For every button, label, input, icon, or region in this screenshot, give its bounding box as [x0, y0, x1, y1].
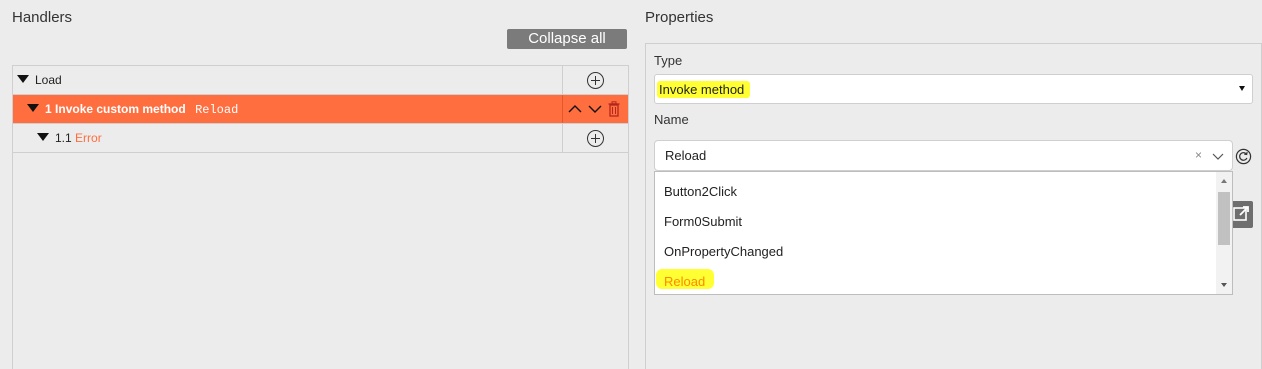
tree-row-text: Invoke custom method — [55, 102, 186, 116]
chevron-down-icon[interactable] — [1212, 150, 1224, 162]
name-combobox-value: Reload — [665, 148, 707, 163]
trash-icon[interactable] — [608, 101, 620, 117]
move-up-icon[interactable] — [568, 102, 582, 116]
expand-triangle-icon[interactable] — [27, 104, 39, 112]
tree-label-load: Load — [35, 73, 62, 87]
name-combobox[interactable]: Reload × — [654, 140, 1233, 171]
dropdown-option[interactable]: Button2Click — [664, 184, 737, 199]
scrollbar-thumb[interactable] — [1218, 192, 1230, 245]
add-circle-icon[interactable] — [587, 130, 604, 147]
tree-row-text: Error — [75, 131, 102, 145]
tree-row-error[interactable]: 1.1 Error — [13, 124, 628, 153]
tree-label-error: 1.1 Error — [55, 131, 102, 145]
tree-row-number: 1 — [45, 102, 52, 116]
type-select[interactable]: Invoke method — [654, 74, 1253, 104]
tree-row-invoke-method[interactable]: 1 Invoke custom method Reload — [13, 95, 628, 124]
column-divider — [562, 66, 563, 94]
column-divider — [562, 95, 563, 123]
scrollbar[interactable] — [1216, 172, 1232, 294]
name-label: Name — [654, 112, 689, 127]
properties-title: Properties — [645, 9, 714, 26]
column-divider — [562, 124, 563, 152]
add-circle-icon[interactable] — [587, 72, 604, 89]
handlers-tree: Load 1 Invoke custom method Reload 1.1 E… — [12, 65, 629, 369]
collapse-all-button[interactable]: Collapse all — [507, 29, 627, 49]
external-link-icon — [1233, 206, 1249, 221]
dropdown-option[interactable]: OnPropertyChanged — [664, 244, 783, 259]
type-select-value: Invoke method — [657, 81, 751, 98]
tree-label-invoke-method: 1 Invoke custom method Reload — [45, 102, 238, 117]
tree-row-load[interactable]: Load — [13, 66, 628, 95]
type-label: Type — [654, 53, 683, 68]
handlers-title: Handlers — [12, 9, 73, 26]
tree-row-number: 1.1 — [55, 131, 72, 145]
scroll-up-icon[interactable] — [1221, 179, 1227, 183]
expand-triangle-icon[interactable] — [17, 75, 29, 83]
name-dropdown-list: Button2Click Form0Submit OnPropertyChang… — [654, 171, 1233, 295]
expand-triangle-icon[interactable] — [37, 133, 49, 141]
scroll-down-icon[interactable] — [1221, 283, 1227, 287]
dropdown-option[interactable]: Form0Submit — [664, 214, 742, 229]
move-down-icon[interactable] — [588, 102, 602, 116]
caret-down-icon — [1239, 86, 1245, 91]
dropdown-option-selected[interactable]: Reload — [664, 274, 705, 289]
method-name: Reload — [195, 103, 239, 117]
refresh-icon[interactable] — [1235, 148, 1252, 165]
clear-icon[interactable]: × — [1195, 148, 1202, 162]
